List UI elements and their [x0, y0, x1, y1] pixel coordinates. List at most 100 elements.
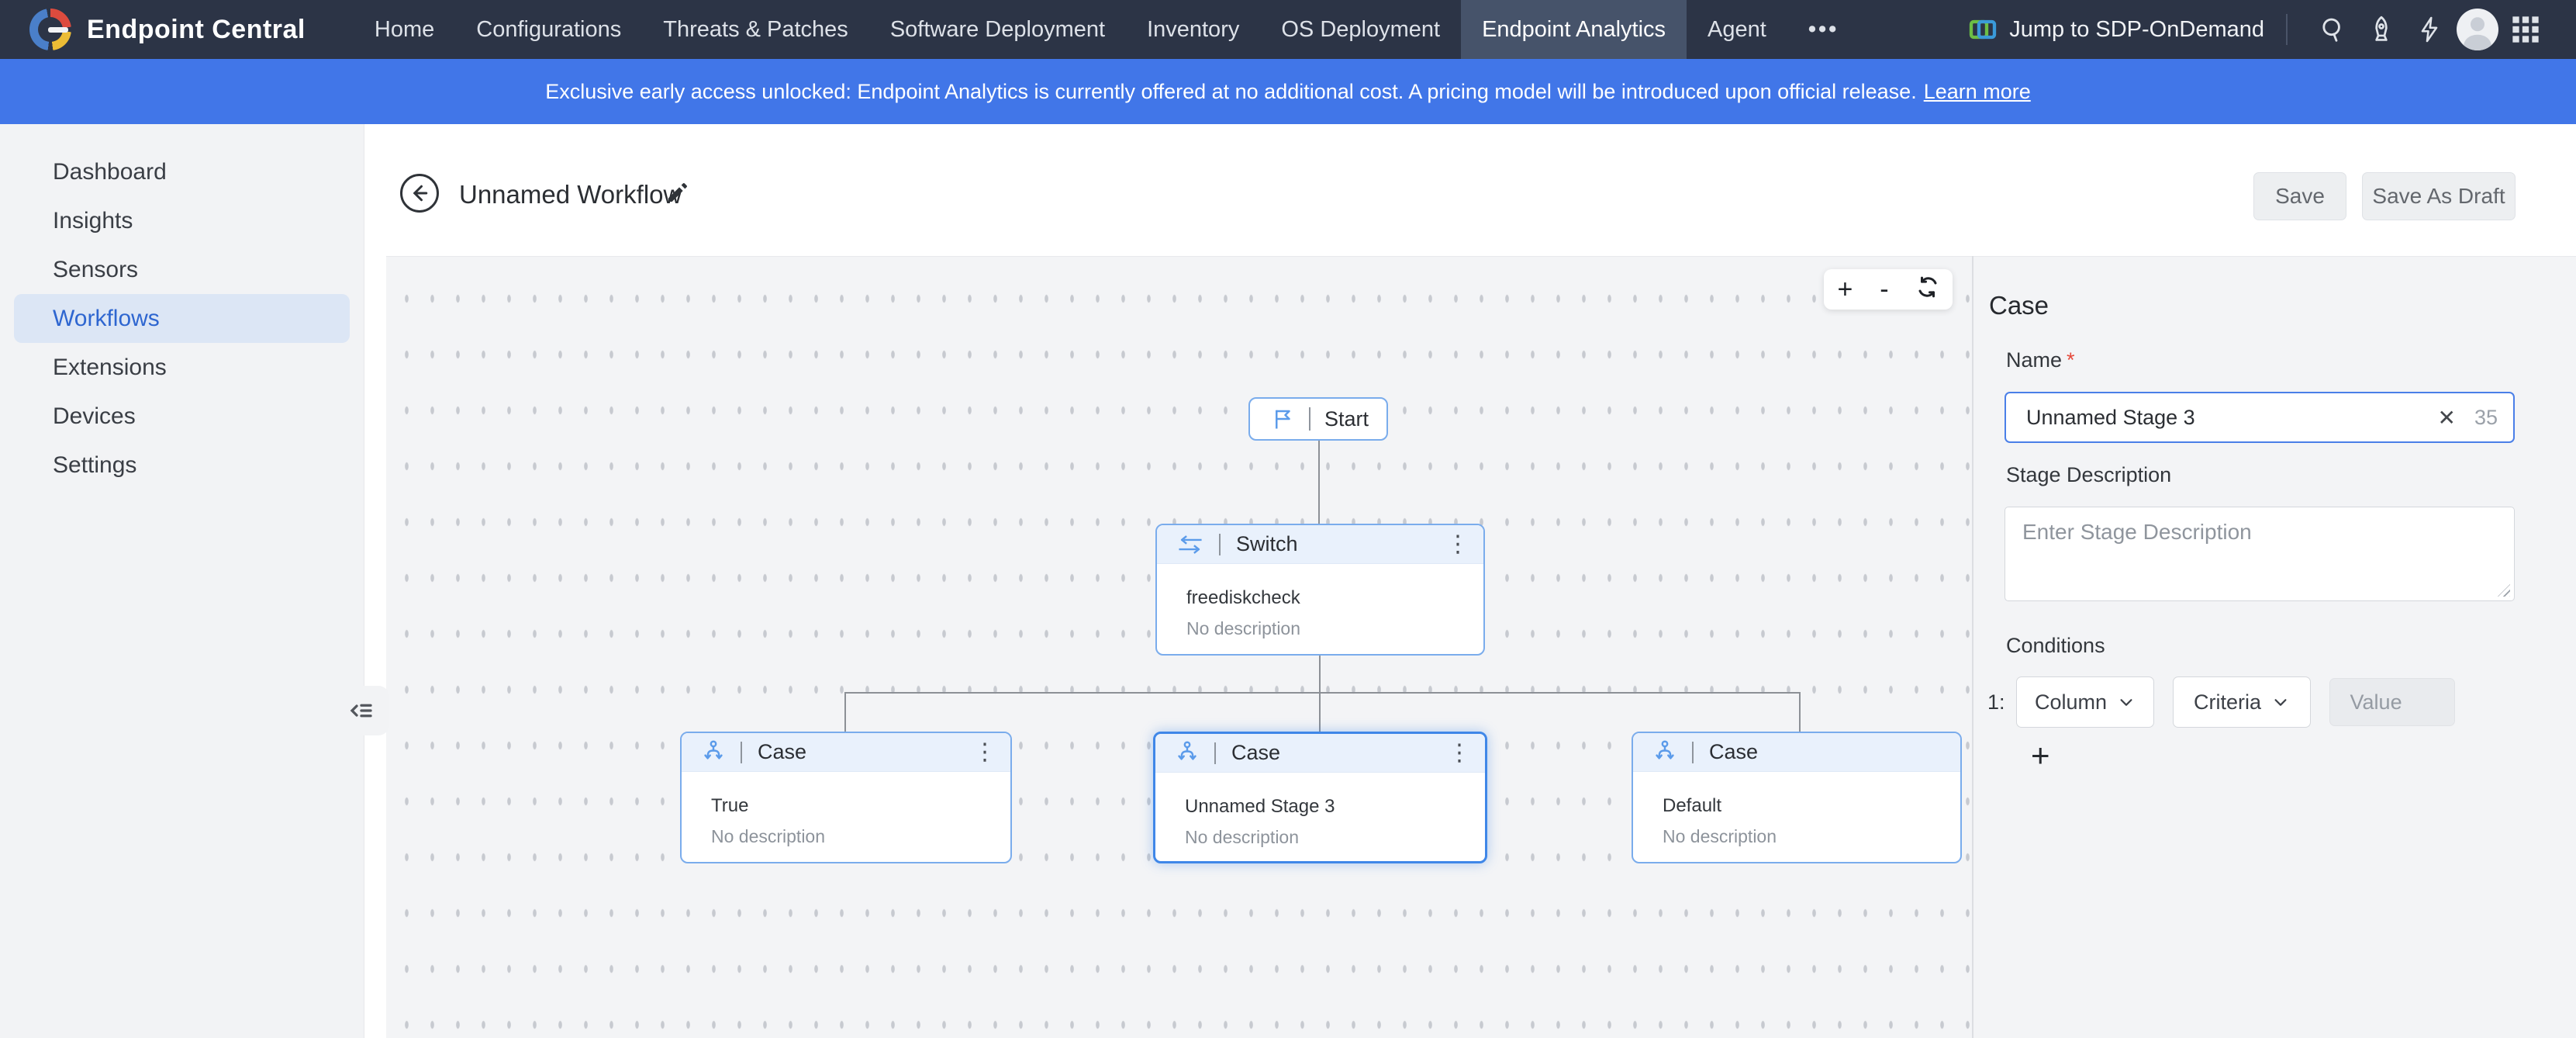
nav-item-home[interactable]: Home [354, 0, 455, 59]
node-divider [741, 742, 742, 763]
brand[interactable]: Endpoint Central [29, 9, 306, 50]
case-node-menu-icon[interactable]: ⋮ [1448, 742, 1471, 765]
sidebar-collapse-toggle[interactable] [333, 686, 389, 735]
nav-item-endpoint-analytics[interactable]: Endpoint Analytics [1461, 0, 1687, 59]
criteria-dropdown[interactable]: Criteria [2173, 676, 2311, 728]
case-node-body: Default No description [1633, 772, 1960, 847]
branch-icon [702, 740, 725, 765]
search-icon[interactable] [2309, 5, 2357, 54]
reset-zoom-icon[interactable] [1911, 275, 1944, 303]
connector-case-middle [1319, 692, 1321, 732]
case-node-name: True [711, 795, 1010, 817]
edit-title-pencil-icon[interactable] [665, 180, 690, 209]
panel-title: Case [1989, 291, 2049, 320]
chevron-down-icon [2118, 694, 2135, 711]
sidebar-item-devices[interactable]: Devices [14, 392, 350, 441]
nav-item-inventory[interactable]: Inventory [1126, 0, 1260, 59]
jump-to-sdp-label: Jump to SDP-OnDemand [2009, 17, 2264, 43]
nav-item-agent[interactable]: Agent [1687, 0, 1787, 59]
back-arrow-icon [408, 182, 431, 205]
zoom-in-button[interactable]: + [1832, 276, 1857, 303]
back-button[interactable] [400, 174, 439, 213]
save-as-draft-button[interactable]: Save As Draft [2362, 172, 2516, 220]
sidebar-item-insights[interactable]: Insights [14, 196, 350, 245]
case-node-description: No description [1663, 826, 1960, 847]
column-dropdown-label: Column [2035, 690, 2107, 714]
case-node-body: True No description [682, 772, 1010, 847]
condition-index: 1: [1987, 690, 2005, 714]
column-dropdown[interactable]: Column [2016, 676, 2154, 728]
switch-node-header: Switch ⋮ [1157, 525, 1483, 564]
flag-icon [1272, 407, 1295, 431]
branch-icon [1176, 741, 1199, 766]
branch-icon [1653, 740, 1676, 765]
brand-name: Endpoint Central [87, 15, 306, 45]
value-input-disabled[interactable]: Value [2329, 678, 2455, 726]
start-node[interactable]: Start [1248, 397, 1388, 441]
case-node-default[interactable]: Case Default No description [1632, 732, 1962, 863]
case-node-menu-icon[interactable]: ⋮ [973, 741, 996, 764]
case-node-description: No description [711, 826, 1010, 847]
whats-new-rocket-icon[interactable] [2357, 5, 2405, 54]
canvas-zoom-controls: + - [1824, 269, 1953, 310]
name-label: Name* [2006, 348, 2075, 372]
main-nav: Home Configurations Threats & Patches So… [354, 0, 1859, 59]
stage-description-area [2005, 507, 2515, 601]
connector-switch-down [1319, 654, 1321, 693]
case-node-header: Case [1633, 733, 1960, 772]
user-avatar[interactable] [2453, 5, 2502, 54]
node-divider [1309, 407, 1310, 431]
switch-node-description: No description [1186, 618, 1483, 639]
stage-name-input[interactable] [2022, 406, 2431, 430]
switch-node-body: freediskcheck No description [1157, 564, 1483, 639]
add-condition-button[interactable]: + [2031, 739, 2050, 772]
top-navbar: Endpoint Central Home Configurations Thr… [0, 0, 2576, 59]
nav-item-threats-patches[interactable]: Threats & Patches [642, 0, 869, 59]
learn-more-link[interactable]: Learn more [1924, 80, 2031, 104]
nav-overflow-menu[interactable]: ••• [1787, 0, 1859, 59]
nav-separator [2286, 14, 2288, 45]
node-divider [1692, 742, 1694, 763]
sidebar-item-extensions[interactable]: Extensions [14, 343, 350, 392]
nav-item-software-deployment[interactable]: Software Deployment [869, 0, 1126, 59]
sidebar-item-workflows[interactable]: Workflows [14, 294, 350, 343]
char-counter: 35 [2474, 406, 2498, 430]
clear-name-icon[interactable]: ✕ [2437, 405, 2455, 431]
stage-name-field: ✕ 35 [2005, 392, 2515, 443]
nav-item-os-deployment[interactable]: OS Deployment [1260, 0, 1461, 59]
app-grid-icon[interactable] [2502, 5, 2550, 54]
switch-node[interactable]: Switch ⋮ freediskcheck No description [1155, 524, 1485, 656]
switch-node-menu-icon[interactable]: ⋮ [1446, 533, 1469, 556]
connector-case-right [1799, 692, 1801, 732]
sidebar-item-settings[interactable]: Settings [14, 441, 350, 490]
save-button[interactable]: Save [2253, 172, 2346, 220]
switch-icon [1177, 535, 1203, 555]
switch-node-title: Switch [1236, 532, 1298, 556]
conditions-label: Conditions [2006, 634, 2105, 658]
banner-message: Exclusive early access unlocked: Endpoin… [545, 80, 1917, 104]
workflow-title: Unnamed Workflow [459, 180, 682, 209]
connector-horizontal [844, 692, 1801, 694]
avatar-image [2457, 9, 2498, 50]
start-node-label: Start [1324, 407, 1369, 431]
left-sidebar: Dashboard Insights Sensors Workflows Ext… [0, 124, 364, 1038]
sidebar-item-dashboard[interactable]: Dashboard [14, 147, 350, 196]
nav-item-configurations[interactable]: Configurations [455, 0, 642, 59]
endpoint-central-logo-icon [29, 9, 71, 50]
case-node-header: Case ⋮ [682, 733, 1010, 772]
case-node-description: No description [1185, 827, 1485, 848]
case-node-true[interactable]: Case ⋮ True No description [680, 732, 1012, 863]
sidebar-item-sensors[interactable]: Sensors [14, 245, 350, 294]
jump-to-sdp-link[interactable]: Jump to SDP-OnDemand [1967, 14, 2264, 45]
criteria-dropdown-label: Criteria [2194, 690, 2261, 714]
case-node-unnamed-stage-3[interactable]: Case ⋮ Unnamed Stage 3 No description [1153, 732, 1487, 863]
workflow-header: Unnamed Workflow Save Save As Draft [364, 124, 2576, 256]
required-asterisk: * [2067, 348, 2075, 372]
quick-actions-bolt-icon[interactable] [2405, 5, 2453, 54]
nav-right-cluster: Jump to SDP-OnDemand [1967, 5, 2550, 54]
case-node-body: Unnamed Stage 3 No description [1155, 773, 1485, 848]
case-node-name: Default [1663, 795, 1960, 817]
condition-row: 1: Column Criteria Value [1987, 676, 2455, 728]
stage-description-input[interactable] [2005, 507, 2514, 600]
zoom-out-button[interactable]: - [1875, 276, 1893, 303]
